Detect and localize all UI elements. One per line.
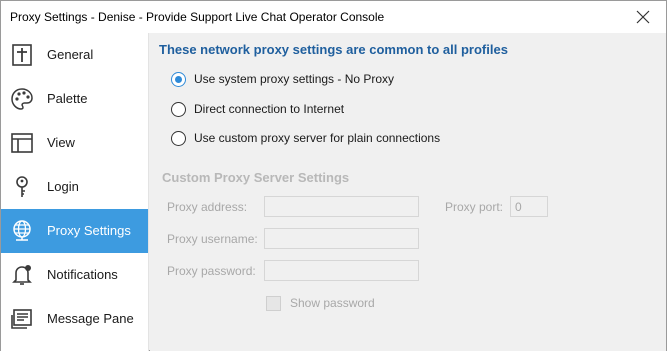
custom-proxy-heading: Custom Proxy Server Settings [162, 170, 350, 185]
page-heading: These network proxy settings are common … [159, 42, 508, 57]
sidebar-item-label: Proxy Settings [47, 223, 131, 238]
sidebar-item-label: Palette [47, 91, 88, 106]
sidebar-item-palette[interactable]: Palette [1, 77, 148, 121]
sidebar-item-message-pane[interactable]: Message Pane [1, 297, 148, 341]
sidebar-item-general[interactable]: General [1, 33, 148, 77]
radio-label: Use system proxy settings - No Proxy [194, 72, 395, 86]
sidebar-item-label: Notifications [47, 267, 118, 282]
proxy-port-input[interactable] [510, 196, 548, 217]
globe-icon [13, 220, 31, 241]
proxy-address-label: Proxy address: [167, 200, 248, 214]
window-title: Proxy Settings - Denise - Provide Suppor… [10, 10, 385, 24]
radio-button[interactable] [171, 101, 186, 117]
sidebar-item-label: General [47, 47, 94, 62]
sidebar-item-label: Login [47, 179, 79, 194]
sidebar-item-view[interactable]: View [1, 121, 148, 165]
radio-label: Direct connection to Internet [194, 102, 345, 116]
key-icon [16, 176, 28, 197]
radio-direct-connection[interactable]: Direct connection to Internet [171, 100, 344, 118]
radio-custom-proxy[interactable]: Use custom proxy server for plain connec… [171, 129, 440, 147]
proxy-password-label: Proxy password: [167, 264, 256, 278]
sidebar-item-label: View [47, 135, 75, 150]
radio-label: Use custom proxy server for plain connec… [194, 131, 441, 145]
settings-sidebar: General Palette View Login Proxy Setting… [1, 33, 149, 351]
proxy-settings-window: Proxy Settings - Denise - Provide Suppor… [0, 0, 667, 351]
view-icon [11, 133, 33, 153]
proxy-username-input[interactable] [264, 228, 419, 249]
radio-button-checked[interactable] [171, 71, 186, 87]
sidebar-item-proxy-settings[interactable]: Proxy Settings [1, 209, 148, 253]
sidebar-item-label: Message Pane [47, 311, 134, 326]
proxy-settings-panel: These network proxy settings are common … [150, 33, 666, 351]
palette-icon [11, 88, 33, 110]
proxy-address-input[interactable] [264, 196, 419, 217]
general-icon [12, 44, 32, 66]
show-password-toggle[interactable]: Show password [266, 294, 375, 312]
sidebar-item-login[interactable]: Login [1, 165, 148, 209]
show-password-label: Show password [290, 296, 375, 310]
proxy-password-input[interactable] [264, 260, 419, 281]
bell-icon [12, 265, 32, 285]
proxy-port-label: Proxy port: [445, 200, 504, 214]
radio-system-proxy[interactable]: Use system proxy settings - No Proxy [171, 70, 394, 88]
close-icon [636, 10, 650, 24]
title-bar: Proxy Settings - Denise - Provide Suppor… [1, 1, 666, 33]
show-password-checkbox[interactable] [266, 295, 281, 311]
radio-button[interactable] [171, 130, 186, 146]
sidebar-item-notifications[interactable]: Notifications [1, 253, 148, 297]
message-pane-icon [11, 309, 32, 329]
close-button[interactable] [620, 1, 666, 33]
proxy-username-label: Proxy username: [167, 232, 258, 246]
